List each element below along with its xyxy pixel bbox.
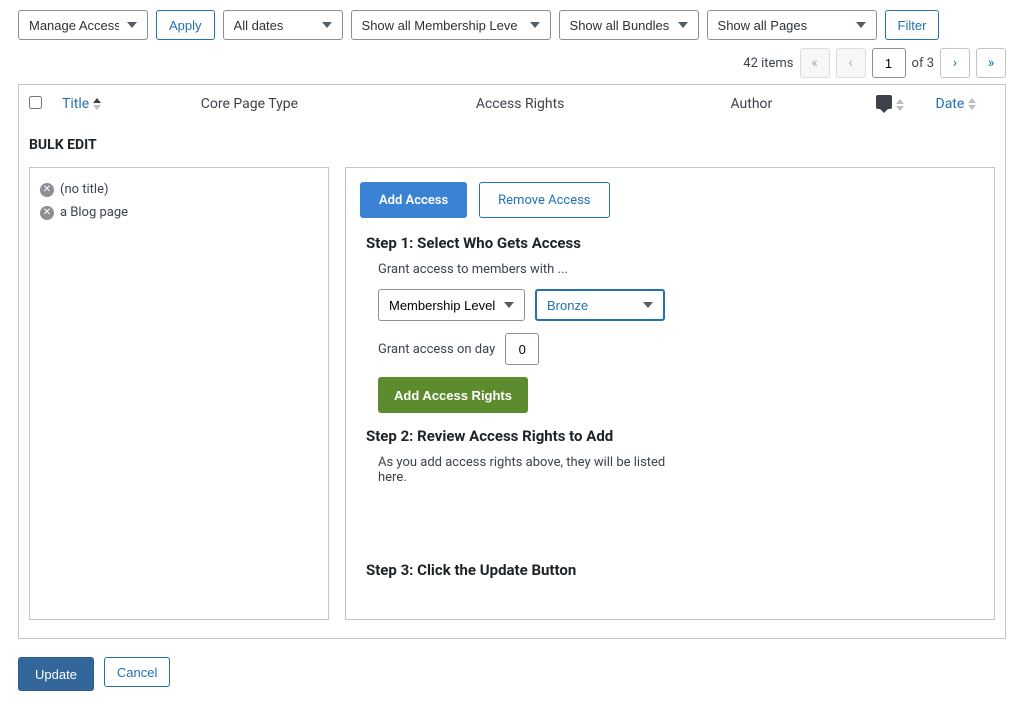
tab-add-access[interactable]: Add Access bbox=[360, 182, 467, 218]
apply-button[interactable]: Apply bbox=[156, 10, 215, 40]
pages-table: Title Core Page Type Access Rights Autho… bbox=[18, 84, 1006, 639]
pagination: 42 items « ‹ of 3 › » bbox=[743, 48, 1006, 78]
col-comments[interactable] bbox=[866, 85, 926, 124]
selected-items-box: ✕(no title) ✕a Blog page bbox=[29, 167, 329, 620]
prev-page[interactable]: ‹ bbox=[836, 48, 866, 78]
access-panel: Add Access Remove Access Step 1: Select … bbox=[345, 167, 995, 620]
membership-filter[interactable]: Show all Membership Leve bbox=[351, 10, 551, 40]
col-title[interactable]: Title bbox=[52, 85, 191, 124]
level-type-select[interactable]: Membership Level bbox=[378, 289, 525, 321]
cancel-button[interactable]: Cancel bbox=[104, 657, 170, 687]
list-item: ✕a Blog page bbox=[40, 201, 318, 224]
step1-title: Step 1: Select Who Gets Access bbox=[366, 234, 974, 252]
next-page[interactable]: › bbox=[940, 48, 970, 78]
pages-filter[interactable]: Show all Pages bbox=[707, 10, 877, 40]
col-author: Author bbox=[720, 85, 865, 124]
bulk-action-select[interactable]: Manage Access bbox=[18, 10, 148, 40]
bundles-filter[interactable]: Show all Bundles bbox=[559, 10, 699, 40]
bulk-edit-label: BULK EDIT bbox=[19, 123, 1006, 167]
list-item: ✕(no title) bbox=[40, 178, 318, 201]
remove-icon[interactable]: ✕ bbox=[40, 206, 54, 220]
date-filter[interactable]: All dates bbox=[223, 10, 343, 40]
step2-title: Step 2: Review Access Rights to Add bbox=[366, 427, 974, 445]
col-date[interactable]: Date bbox=[926, 85, 1006, 124]
step1-subtext: Grant access to members with ... bbox=[378, 262, 974, 277]
tab-remove-access[interactable]: Remove Access bbox=[479, 182, 609, 218]
last-page[interactable]: » bbox=[976, 48, 1006, 78]
level-value-select[interactable]: Bronze bbox=[535, 289, 665, 321]
col-access: Access Rights bbox=[466, 85, 721, 124]
first-page[interactable]: « bbox=[800, 48, 830, 78]
day-label: Grant access on day bbox=[378, 342, 495, 357]
comment-icon bbox=[876, 95, 892, 109]
page-of: of 3 bbox=[912, 56, 934, 71]
filter-button[interactable]: Filter bbox=[885, 10, 940, 40]
day-input[interactable] bbox=[505, 333, 539, 365]
filter-toolbar: Manage Access Apply All dates Show all M… bbox=[18, 10, 1006, 40]
step2-text: As you add access rights above, they wil… bbox=[378, 455, 668, 485]
update-button[interactable]: Update bbox=[18, 657, 94, 691]
current-page-input[interactable] bbox=[872, 48, 906, 78]
col-type: Core Page Type bbox=[191, 85, 466, 124]
add-access-rights-button[interactable]: Add Access Rights bbox=[378, 377, 528, 413]
table-header: Title Core Page Type Access Rights Autho… bbox=[19, 85, 1006, 124]
step3-title: Step 3: Click the Update Button bbox=[366, 561, 974, 579]
select-all-checkbox[interactable] bbox=[29, 96, 42, 109]
remove-icon[interactable]: ✕ bbox=[40, 183, 54, 197]
item-count: 42 items bbox=[743, 56, 793, 71]
